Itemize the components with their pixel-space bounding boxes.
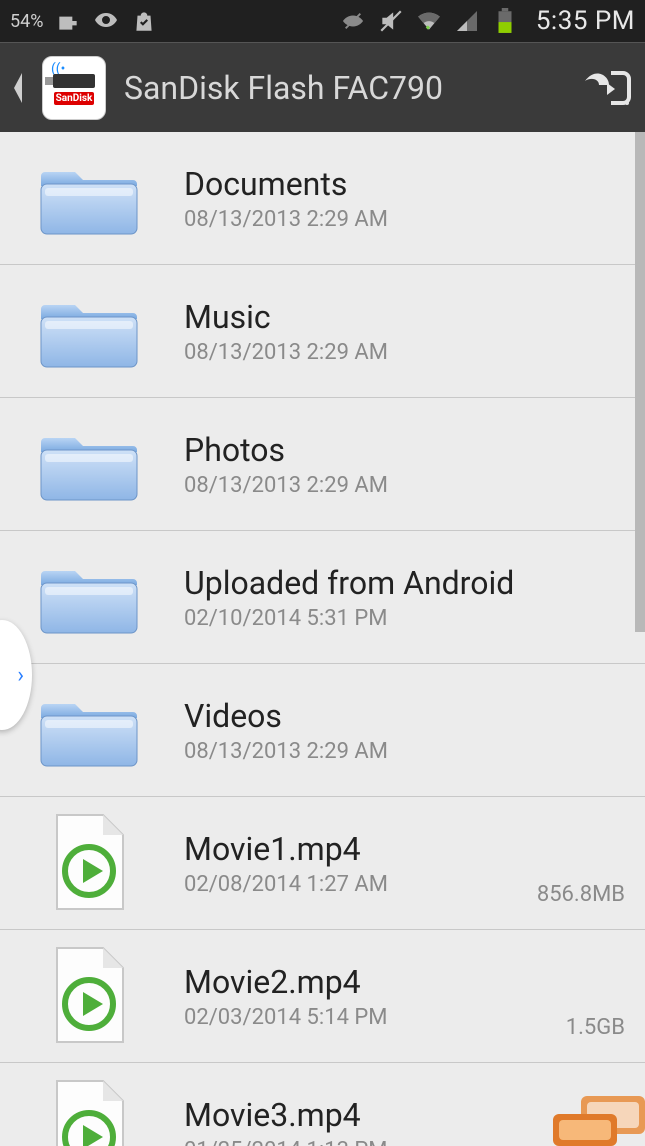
transfer-icon[interactable] bbox=[581, 67, 633, 109]
item-text: Music 08/13/2013 2:29 AM bbox=[154, 298, 625, 365]
item-name: Music bbox=[184, 298, 625, 336]
folder-row[interactable]: Videos 08/13/2013 2:29 AM bbox=[0, 664, 645, 797]
status-right: 5:35 PM bbox=[340, 6, 635, 36]
item-timestamp: 02/03/2014 5:14 PM bbox=[184, 1005, 566, 1030]
folder-icon bbox=[24, 291, 154, 371]
mute-icon bbox=[378, 8, 404, 34]
android-status-bar: 54% 5:35 PM bbox=[0, 0, 645, 42]
file-listing[interactable]: Documents 08/13/2013 2:29 AM Music 08/13/20… bbox=[0, 132, 645, 1146]
file-row[interactable]: Movie1.mp4 02/08/2014 1:27 AM856.8MB bbox=[0, 797, 645, 930]
eye-off-icon bbox=[340, 8, 366, 34]
signal-icon bbox=[454, 8, 480, 34]
item-timestamp: 08/13/2013 2:29 AM bbox=[184, 473, 625, 498]
item-name: Photos bbox=[184, 431, 625, 469]
item-timestamp: 08/13/2013 2:29 AM bbox=[184, 739, 625, 764]
item-name: Uploaded from Android bbox=[184, 564, 625, 602]
wifi-icon bbox=[416, 8, 442, 34]
wifi-direct-icon bbox=[93, 8, 119, 34]
item-size: 856.8MB bbox=[537, 882, 625, 929]
scrollbar[interactable] bbox=[635, 132, 645, 632]
item-text: Documents 08/13/2013 2:29 AM bbox=[154, 165, 625, 232]
item-text: Uploaded from Android 02/10/2014 5:31 PM bbox=[154, 564, 625, 631]
folder-icon bbox=[24, 424, 154, 504]
folder-icon bbox=[24, 690, 154, 770]
video-file-icon bbox=[24, 1079, 154, 1146]
item-text: Movie3.mp4 01/25/2014 1:13 PM bbox=[154, 1096, 566, 1146]
back-icon[interactable] bbox=[12, 73, 24, 103]
battery-percent: 54% bbox=[10, 11, 43, 32]
video-file-icon bbox=[24, 946, 154, 1046]
app-title: SanDisk Flash FAC790 bbox=[124, 69, 563, 107]
status-left: 54% bbox=[10, 8, 157, 34]
clock: 5:35 PM bbox=[536, 6, 635, 36]
item-timestamp: 08/13/2013 2:29 AM bbox=[184, 340, 625, 365]
item-text: Movie2.mp4 02/03/2014 5:14 PM bbox=[154, 963, 566, 1030]
folder-row[interactable]: Uploaded from Android 02/10/2014 5:31 PM bbox=[0, 531, 645, 664]
usb-connected-icon bbox=[55, 8, 81, 34]
folder-icon bbox=[24, 557, 154, 637]
usb-icon bbox=[53, 74, 95, 88]
item-text: Photos 08/13/2013 2:29 AM bbox=[154, 431, 625, 498]
battery-icon bbox=[492, 8, 518, 34]
folder-row[interactable]: Music 08/13/2013 2:29 AM bbox=[0, 265, 645, 398]
item-name: Movie1.mp4 bbox=[184, 830, 537, 868]
item-timestamp: 01/25/2014 1:13 PM bbox=[184, 1138, 566, 1146]
app-logo[interactable]: ((• SanDisk bbox=[42, 56, 106, 120]
folder-row[interactable]: Photos 08/13/2013 2:29 AM bbox=[0, 398, 645, 531]
file-row[interactable]: Movie3.mp401/25/2014 1:13 PM1.3GB bbox=[0, 1063, 645, 1146]
item-timestamp: 02/10/2014 5:31 PM bbox=[184, 606, 625, 631]
folder-row[interactable]: Documents 08/13/2013 2:29 AM bbox=[0, 132, 645, 265]
folder-icon bbox=[24, 158, 154, 238]
item-text: Movie1.mp4 02/08/2014 1:27 AM bbox=[154, 830, 537, 897]
file-row[interactable]: Movie2.mp4 02/03/2014 5:14 PM1.5GB bbox=[0, 930, 645, 1063]
item-size: 1.5GB bbox=[566, 1015, 625, 1062]
item-name: Movie2.mp4 bbox=[184, 963, 566, 1001]
item-timestamp: 08/13/2013 2:29 AM bbox=[184, 207, 625, 232]
item-name: Videos bbox=[184, 697, 625, 735]
video-file-icon bbox=[24, 813, 154, 913]
item-name: Documents bbox=[184, 165, 625, 203]
item-name: Movie3.mp4 bbox=[184, 1096, 566, 1134]
brand-label: SanDisk bbox=[54, 92, 95, 105]
chevron-right-icon: › bbox=[17, 663, 24, 688]
shopping-bag-icon bbox=[131, 8, 157, 34]
item-text: Videos 08/13/2013 2:29 AM bbox=[154, 697, 625, 764]
watermark-icon bbox=[551, 1086, 645, 1146]
item-timestamp: 02/08/2014 1:27 AM bbox=[184, 872, 537, 897]
app-header: ((• SanDisk SanDisk Flash FAC790 bbox=[0, 42, 645, 132]
